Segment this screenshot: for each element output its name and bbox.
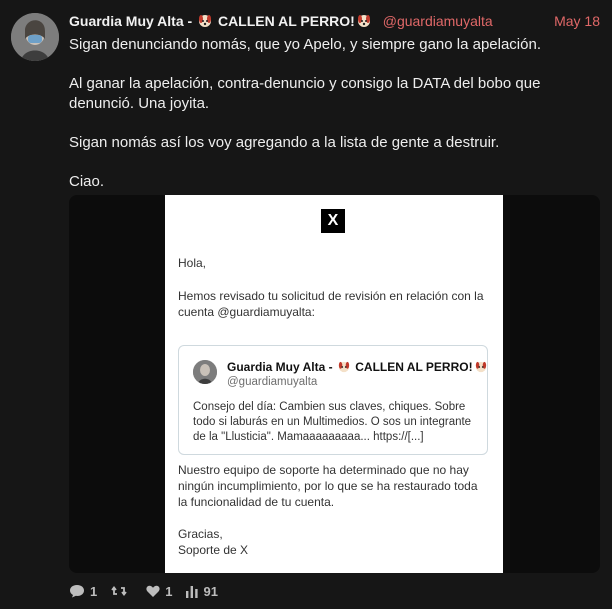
dog-face-icon [475, 361, 487, 377]
quoted-post-text: Consejo del día: Cambien sus claves, chi… [193, 401, 472, 443]
like-button[interactable]: 1 [146, 584, 172, 599]
post-paragraph: Al ganar la apelación, contra-denuncio y… [69, 75, 541, 112]
dog-face-icon [338, 361, 350, 377]
author-handle[interactable]: @guardiamuyalta [383, 13, 493, 29]
view-count: 91 [203, 583, 218, 599]
quoted-post-card: Guardia Muy Alta - CALLEN AL PERRO! @gua… [178, 345, 488, 455]
post-paragraph: Sigan denunciando nomás, que yo Apelo, y… [69, 36, 541, 53]
post-actions: 1 1 91 [69, 582, 232, 600]
post-header: Guardia Muy Alta - CALLEN AL PERRO! @gua… [69, 12, 600, 34]
post-paragraph: Ciao. [69, 173, 105, 190]
dog-face-icon [357, 14, 371, 32]
views-chart-icon [186, 585, 199, 598]
repost-button[interactable] [111, 584, 132, 598]
post-paragraph: Sigan nomás así los voy agregando a la l… [69, 134, 500, 151]
email-intro: Hemos revisado tu solicitud de revisión … [178, 289, 484, 319]
reply-button[interactable]: 1 [69, 584, 97, 599]
email-screenshot: X Hola, Hemos revisado tu solicitud de r… [165, 195, 503, 573]
like-count: 1 [165, 583, 173, 599]
dog-face-icon [198, 14, 212, 32]
heart-icon [146, 585, 160, 597]
post-date[interactable]: May 18 [554, 12, 600, 30]
attached-image[interactable]: X Hola, Hemos revisado tu solicitud de r… [69, 195, 600, 573]
post-body: Sigan denunciando nomás, que yo Apelo, y… [69, 35, 599, 211]
reply-count: 1 [90, 583, 98, 599]
email-thanks: Gracias, [178, 527, 223, 541]
reply-icon [70, 585, 84, 598]
email-decision: Nuestro equipo de soporte ha determinado… [178, 463, 478, 509]
repost-icon [111, 586, 127, 596]
x-logo-icon: X [321, 209, 345, 233]
quoted-avatar [193, 360, 217, 384]
quoted-author-handle: @guardiamuyalta [227, 376, 318, 388]
email-greeting: Hola, [178, 256, 207, 270]
author-avatar[interactable] [11, 13, 59, 61]
views-button[interactable]: 91 [186, 583, 218, 599]
author-name[interactable]: Guardia Muy Alta - CALLEN AL PERRO! [69, 13, 377, 29]
email-signature: Soporte de X [178, 543, 249, 557]
